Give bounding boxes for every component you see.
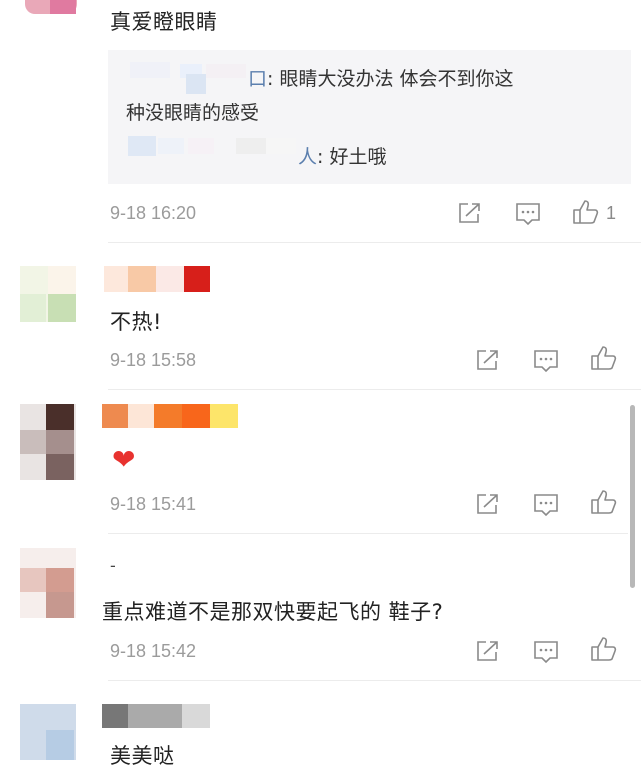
comment-icon[interactable] [533, 640, 559, 664]
divider [108, 533, 628, 534]
comment-icon[interactable] [533, 349, 559, 373]
reply-author[interactable]: 口 [248, 68, 267, 90]
comment-time: 9-18 15:42 [110, 641, 197, 661]
reply-line-1: 口: 眼睛大没办法 体会不到你这 [248, 68, 514, 90]
username-mosaic[interactable] [102, 404, 128, 428]
username-mosaic [182, 404, 210, 428]
avatar-mosaic [20, 430, 46, 454]
like-icon[interactable] [590, 345, 618, 371]
reply-username-mosaic [206, 64, 246, 78]
share-icon[interactable] [476, 349, 500, 371]
username-mosaic [154, 404, 182, 428]
username-mosaic[interactable] [104, 266, 128, 292]
avatar-mosaic [46, 454, 74, 480]
comment-text: 美美哒 [110, 744, 175, 768]
avatar-mosaic [46, 568, 74, 592]
comment-icon[interactable] [533, 493, 559, 517]
username-mosaic [182, 704, 210, 728]
avatar-mosaic [46, 404, 74, 432]
username-mosaic [210, 404, 238, 428]
divider [108, 680, 641, 681]
reply-username-mosaic [128, 136, 156, 156]
comment-text: 真爱瞪眼睛 [110, 10, 218, 34]
comment-icon[interactable] [515, 202, 541, 226]
reply-username-mosaic [130, 62, 170, 78]
username-mosaic [128, 266, 156, 292]
like-count: 1 [606, 203, 617, 223]
like-icon[interactable] [590, 636, 618, 662]
username-mosaic [156, 266, 184, 292]
avatar-mosaic [46, 730, 74, 760]
avatar-mosaic [20, 568, 46, 592]
avatar-mosaic [20, 294, 46, 322]
reply-line-1-cont: 种没眼睛的感受 [126, 102, 260, 124]
share-icon[interactable] [476, 640, 500, 662]
comment-text: 重点难道不是那双快要起飞的 鞋子? [102, 600, 444, 624]
avatar-mosaic [48, 294, 76, 322]
reply-author[interactable]: 人 [298, 146, 317, 168]
comment-time: 9-18 15:58 [110, 350, 197, 370]
like-icon[interactable] [590, 489, 618, 515]
heart-emoji: ❤ [112, 443, 136, 476]
comment-time: 9-18 15:41 [110, 494, 197, 514]
username-mosaic [128, 404, 154, 428]
reply-line-2: 人: 好土哦 [298, 146, 387, 168]
avatar-mosaic [50, 0, 76, 14]
share-icon[interactable] [476, 493, 500, 515]
divider [108, 389, 641, 390]
reply-preview[interactable]: 口: 眼睛大没办法 体会不到你这 种没眼睛的感受 人: 好土哦 [108, 50, 631, 184]
like-icon[interactable] [572, 199, 600, 225]
username-mosaic [184, 266, 210, 292]
reply-username-mosaic [158, 138, 184, 154]
reply-username-mosaic [186, 74, 206, 94]
reply-username-mosaic [188, 138, 214, 154]
avatar-mosaic [46, 430, 74, 454]
share-icon[interactable] [458, 202, 482, 224]
comment-time: 9-18 16:20 [110, 203, 197, 223]
username-mosaic[interactable] [102, 704, 128, 728]
divider [108, 242, 641, 243]
comment-text: 不热! [110, 310, 162, 334]
username-mosaic [128, 704, 182, 728]
reply-username-mosaic [266, 138, 296, 154]
avatar-mosaic [48, 266, 76, 294]
avatar-mosaic [46, 592, 74, 618]
scrollbar[interactable] [630, 405, 635, 588]
reply-username-mosaic [236, 138, 266, 154]
username-fragment[interactable]: - [110, 556, 116, 575]
